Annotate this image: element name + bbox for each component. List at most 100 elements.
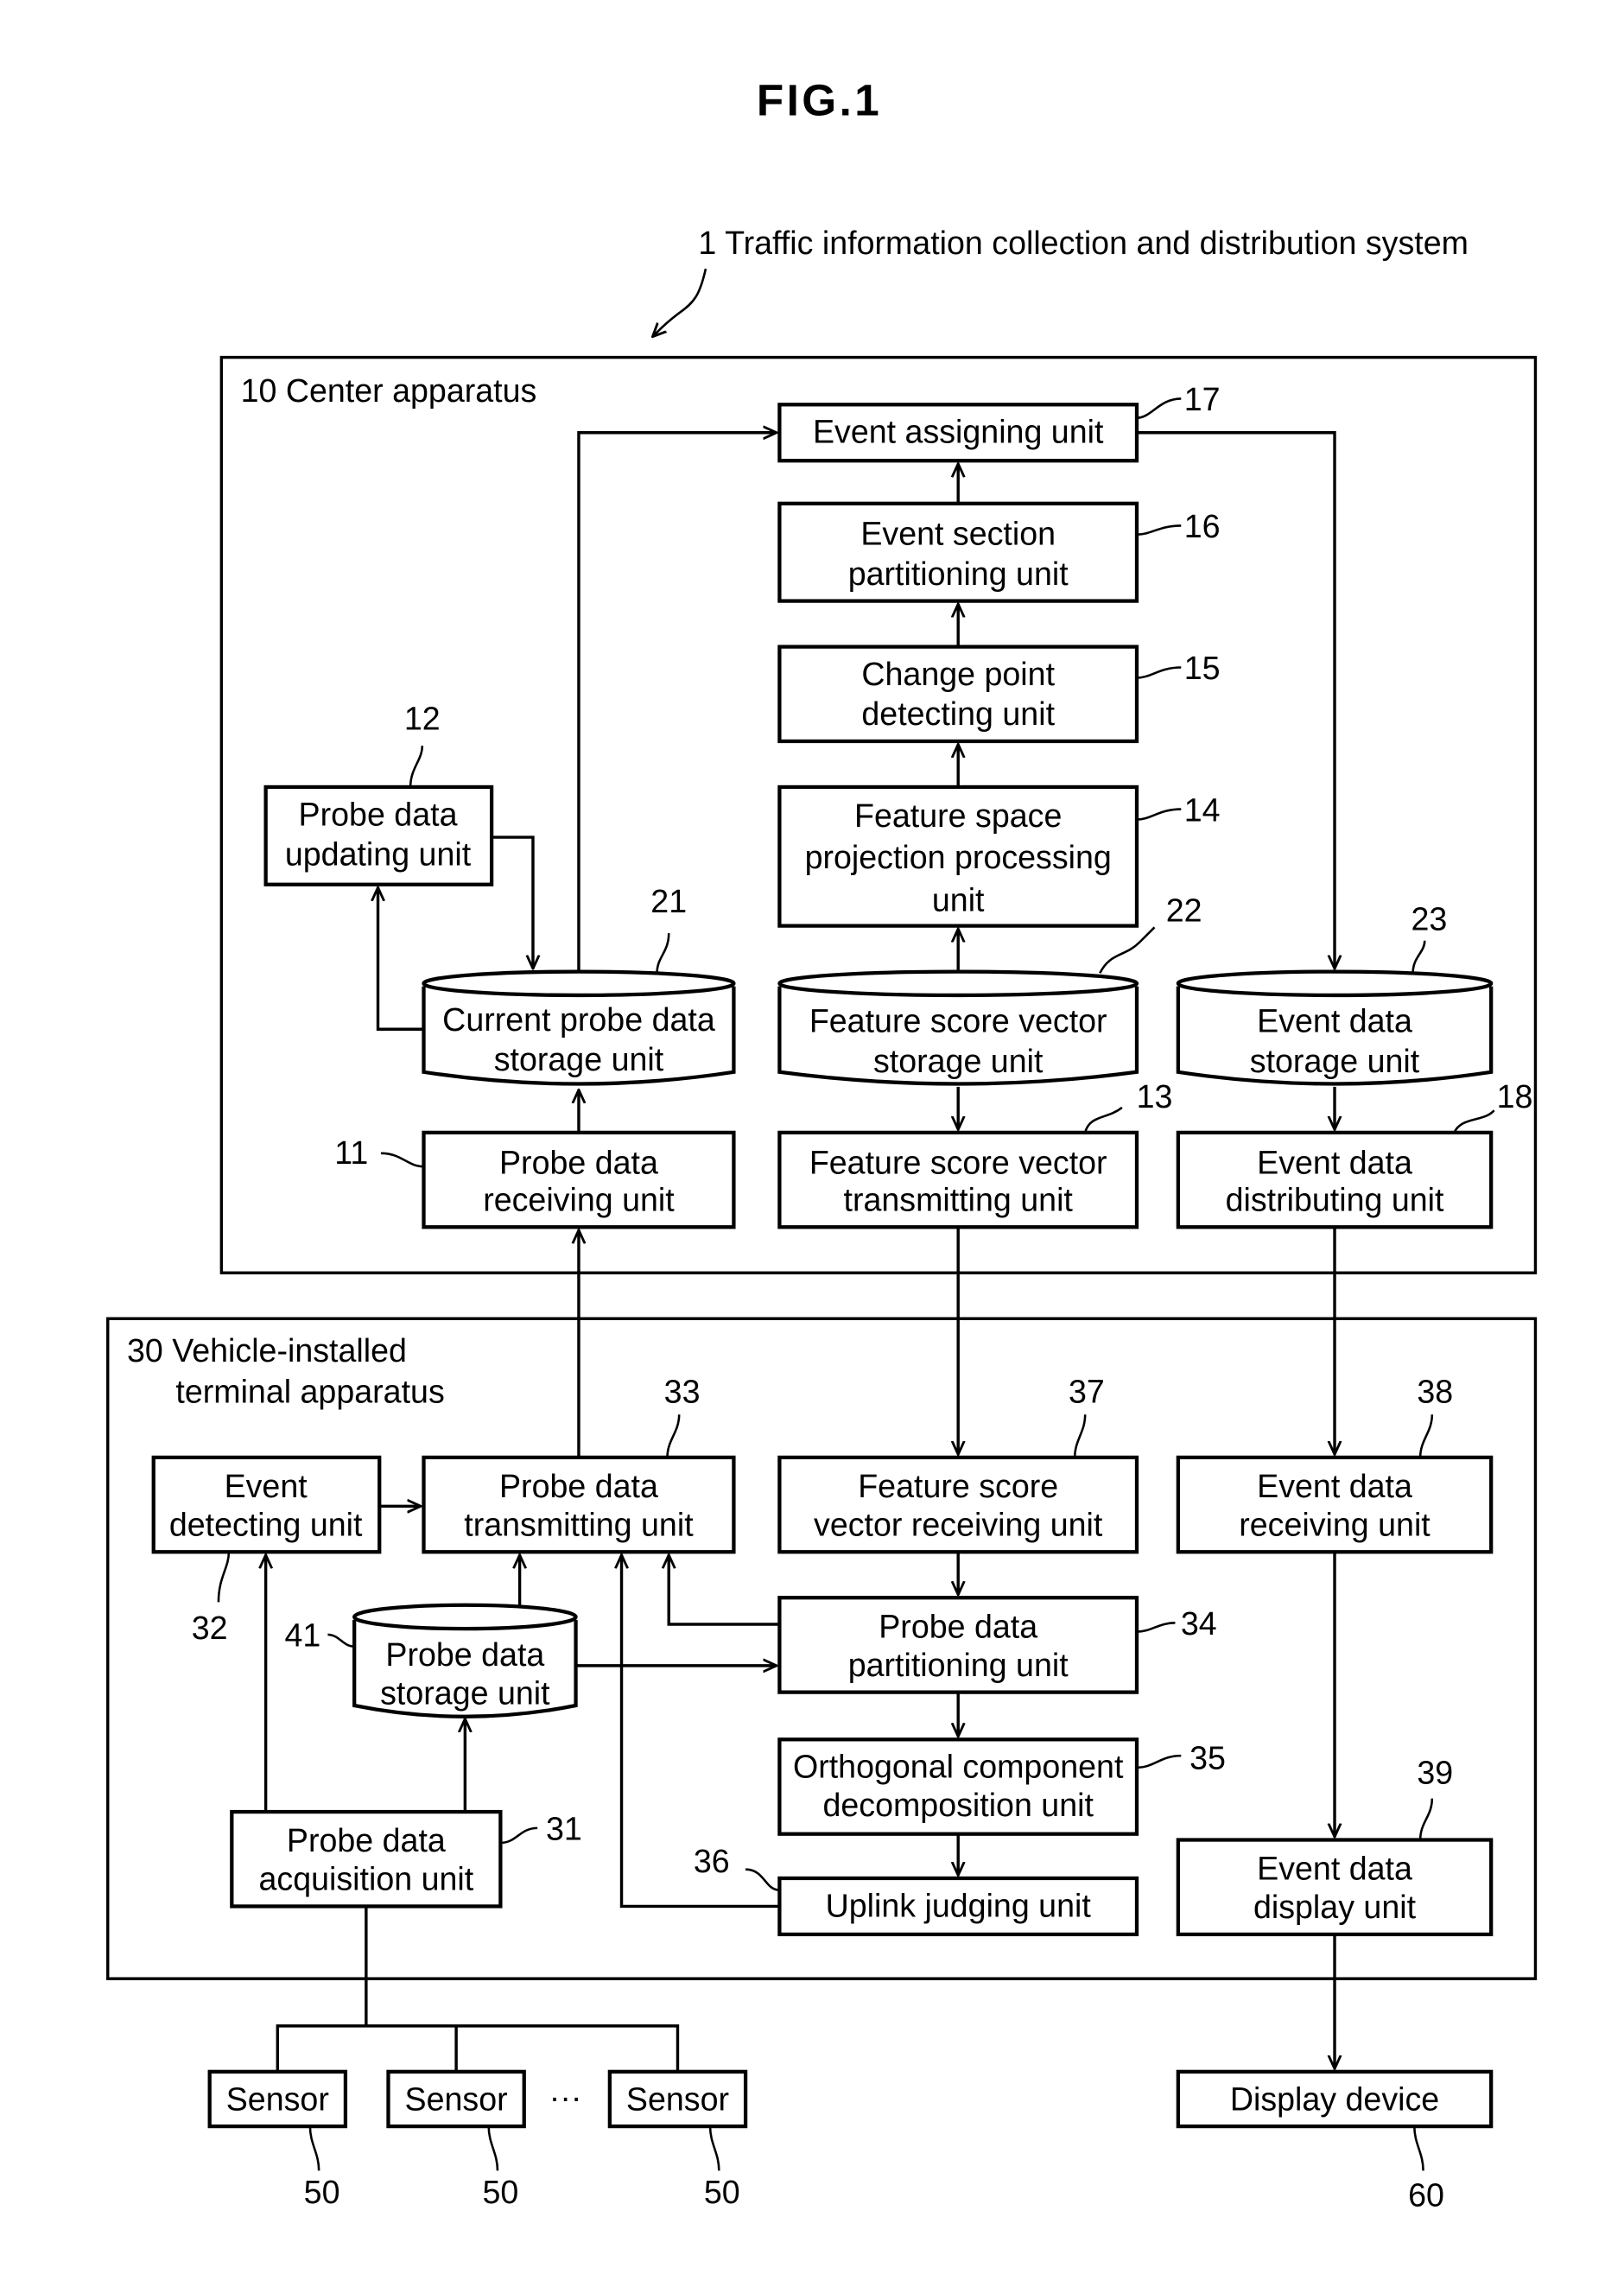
system-label: 1 Traffic information collection and dis… <box>698 225 1469 261</box>
event-receiving-line1: Event data <box>1257 1468 1412 1504</box>
orthogonal-line1: Orthogonal component <box>793 1749 1124 1785</box>
arrow-34-to-33 <box>669 1555 780 1626</box>
event-section-line1: Event section <box>860 516 1056 552</box>
event-display-line1: Event data <box>1257 1851 1412 1887</box>
ref-36: 36 <box>694 1843 730 1879</box>
probe-acquisition-line1: Probe data <box>287 1822 446 1858</box>
vehicle-label-line1: 30 Vehicle-installed <box>127 1332 407 1369</box>
event-distributing-line2: distributing unit <box>1226 1181 1444 1217</box>
feature-transmitting-line2: transmitting unit <box>844 1181 1074 1217</box>
probe-transmitting-line1: Probe data <box>499 1468 658 1504</box>
event-detecting-line2: detecting unit <box>169 1506 363 1542</box>
ref-37: 37 <box>1069 1374 1105 1410</box>
change-point-detecting-unit: Change point detecting unit 15 <box>777 645 1221 744</box>
feature-space-line1: Feature space <box>854 797 1062 834</box>
ref-15: 15 <box>1184 650 1221 686</box>
orthogonal-line2: decomposition unit <box>822 1787 1094 1823</box>
change-point-line2: detecting unit <box>861 696 1055 732</box>
ref-13: 13 <box>1137 1078 1173 1115</box>
sensor-2-label: Sensor <box>405 2080 508 2117</box>
sensor-bus <box>276 2024 680 2072</box>
current-probe-line2: storage unit <box>494 1041 664 1077</box>
probe-data-acquisition-unit: Probe data acquisition unit 31 <box>230 1809 582 1909</box>
vehicle-label-line2: terminal apparatus <box>175 1374 444 1410</box>
feature-transmitting-line1: Feature score vector <box>809 1145 1107 1181</box>
arrow-17-to-23 <box>1137 431 1335 969</box>
display-device-label: Display device <box>1230 2080 1439 2117</box>
probe-partitioning-line1: Probe data <box>879 1608 1037 1644</box>
sensor-3-label: Sensor <box>626 2080 729 2117</box>
uplink-line1: Uplink judging unit <box>826 1887 1092 1923</box>
probe-receiving-line2: receiving unit <box>483 1181 675 1217</box>
ref-35: 35 <box>1189 1739 1226 1775</box>
probe-partitioning-line2: partitioning unit <box>848 1647 1069 1683</box>
event-display-line2: display unit <box>1253 1889 1417 1925</box>
sensor-1-label: Sensor <box>226 2080 329 2117</box>
display-device: Display device 60 <box>1176 2069 1494 2213</box>
change-point-line1: Change point <box>861 656 1055 692</box>
ref-33: 33 <box>664 1374 701 1410</box>
event-section-partitioning-unit: Event section partitioning unit 16 <box>777 501 1221 603</box>
probe-receiving-line1: Probe data <box>499 1145 658 1181</box>
arrow-21-to-12 <box>378 887 424 1031</box>
ref-22: 22 <box>1166 892 1202 928</box>
event-data-distributing-unit: Event data distributing unit 18 <box>1176 1078 1533 1229</box>
probe-updating-line1: Probe data <box>299 796 458 832</box>
display-device-ref: 60 <box>1408 2176 1444 2213</box>
system-leader-arrow <box>652 268 707 337</box>
event-section-line2: partitioning unit <box>848 556 1069 592</box>
sensor-ellipsis: ··· <box>549 2080 582 2116</box>
ref-39: 39 <box>1417 1755 1453 1791</box>
system-block-diagram: FIG.1 1 Traffic information collection a… <box>106 75 1538 2213</box>
probe-data-storage: Probe data storage unit 41 <box>284 1603 578 1718</box>
sensor-2: Sensor 50 <box>386 2069 526 2210</box>
orthogonal-component-decomposition-unit: Orthogonal component decomposition unit … <box>777 1737 1226 1836</box>
event-distributing-line1: Event data <box>1257 1145 1412 1181</box>
sensor-2-ref: 50 <box>482 2174 518 2210</box>
ref-11: 11 <box>334 1134 368 1171</box>
figure-title: FIG.1 <box>757 75 882 124</box>
probe-transmitting-line2: transmitting unit <box>464 1506 694 1542</box>
probe-acquisition-line2: acquisition unit <box>259 1861 474 1897</box>
ref-41: 41 <box>284 1617 320 1654</box>
feature-space-line3: unit <box>932 882 985 918</box>
event-receiving-line2: receiving unit <box>1239 1506 1431 1542</box>
ref-34: 34 <box>1181 1605 1217 1642</box>
event-storage-line1: Event data <box>1257 1003 1412 1039</box>
feature-score-vector-transmitting-unit: Feature score vector transmitting unit 1… <box>777 1078 1173 1229</box>
ref-14: 14 <box>1184 791 1221 828</box>
sensor-1: Sensor 50 <box>207 2069 348 2210</box>
ref-18: 18 <box>1497 1078 1533 1115</box>
feature-space-line2: projection processing <box>805 839 1112 875</box>
sensor-1-ref: 50 <box>304 2174 340 2210</box>
probe-data-updating-unit: Probe data updating unit 12 <box>263 700 494 886</box>
event-assigning-unit: Event assigning unit 17 <box>777 381 1221 463</box>
sensor-3-ref: 50 <box>704 2174 740 2210</box>
ref-17: 17 <box>1184 381 1221 417</box>
center-apparatus-label: 10 Center apparatus <box>241 372 537 409</box>
probe-storage-line2: storage unit <box>380 1674 550 1711</box>
feature-space-projection-unit: Feature space projection processing 14 u… <box>777 784 1221 928</box>
ref-38: 38 <box>1417 1374 1453 1410</box>
arrow-12-to-21 <box>492 835 533 969</box>
feature-storage-line2: storage unit <box>873 1043 1044 1079</box>
probe-data-receiving-unit: Probe data receiving unit 11 <box>334 1130 736 1229</box>
probe-updating-line2: updating unit <box>285 836 472 873</box>
ref-32: 32 <box>192 1610 228 1646</box>
feature-storage-line1: Feature score vector <box>809 1003 1107 1039</box>
ref-23: 23 <box>1411 901 1447 937</box>
event-assigning-label: Event assigning unit <box>813 414 1104 450</box>
feature-receiving-line1: Feature score <box>858 1468 1058 1504</box>
ref-31: 31 <box>546 1811 582 1847</box>
probe-data-partitioning-unit: Probe data partitioning unit 34 <box>777 1596 1217 1694</box>
ref-12: 12 <box>404 700 441 736</box>
current-probe-line1: Current probe data <box>442 1001 715 1038</box>
probe-storage-line1: Probe data <box>385 1636 544 1673</box>
uplink-judging-unit: Uplink judging unit 36 <box>694 1843 1139 1937</box>
event-detecting-line1: Event <box>225 1468 308 1504</box>
feature-receiving-line2: vector receiving unit <box>814 1506 1103 1542</box>
ref-16: 16 <box>1184 508 1221 544</box>
sensor-3: Sensor 50 <box>607 2069 748 2210</box>
event-storage-line2: storage unit <box>1250 1043 1420 1079</box>
ref-21: 21 <box>650 883 687 919</box>
